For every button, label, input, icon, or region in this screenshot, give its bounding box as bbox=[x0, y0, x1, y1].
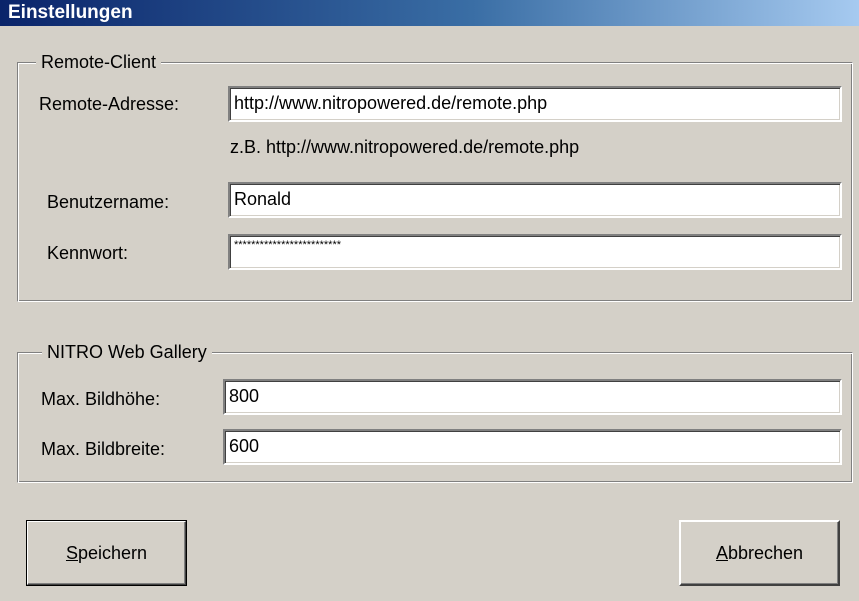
max-width-label: Max. Bildbreite: bbox=[41, 439, 166, 459]
remote-client-legend: Remote-Client bbox=[36, 51, 162, 73]
max-height-input[interactable]: 800 bbox=[223, 379, 842, 415]
window-title: Einstellungen bbox=[0, 0, 859, 26]
max-height-label: Max. Bildhöhe: bbox=[41, 389, 161, 409]
password-input[interactable]: ************************* bbox=[228, 234, 842, 270]
remote-address-input[interactable]: http://www.nitropowered.de/remote.php bbox=[228, 86, 842, 122]
password-label: Kennwort: bbox=[47, 243, 129, 263]
cancel-button[interactable]: Abbrechen bbox=[679, 520, 840, 586]
save-label: peichern bbox=[77, 543, 148, 563]
remote-address-label: Remote-Adresse: bbox=[39, 94, 180, 114]
settings-dialog: Einstellungen Remote-Client Remote-Adres… bbox=[0, 0, 859, 601]
cancel-accel: A bbox=[715, 543, 728, 563]
remote-address-hint: z.B. http://www.nitropowered.de/remote.p… bbox=[230, 137, 580, 157]
username-label: Benutzername: bbox=[47, 192, 170, 212]
save-accel: S bbox=[65, 543, 78, 563]
gallery-legend: NITRO Web Gallery bbox=[42, 341, 212, 363]
cancel-label: bbrechen bbox=[727, 543, 804, 563]
save-button[interactable]: Speichern bbox=[26, 520, 187, 586]
username-input[interactable]: Ronald bbox=[228, 182, 842, 218]
max-width-input[interactable]: 600 bbox=[223, 429, 842, 465]
